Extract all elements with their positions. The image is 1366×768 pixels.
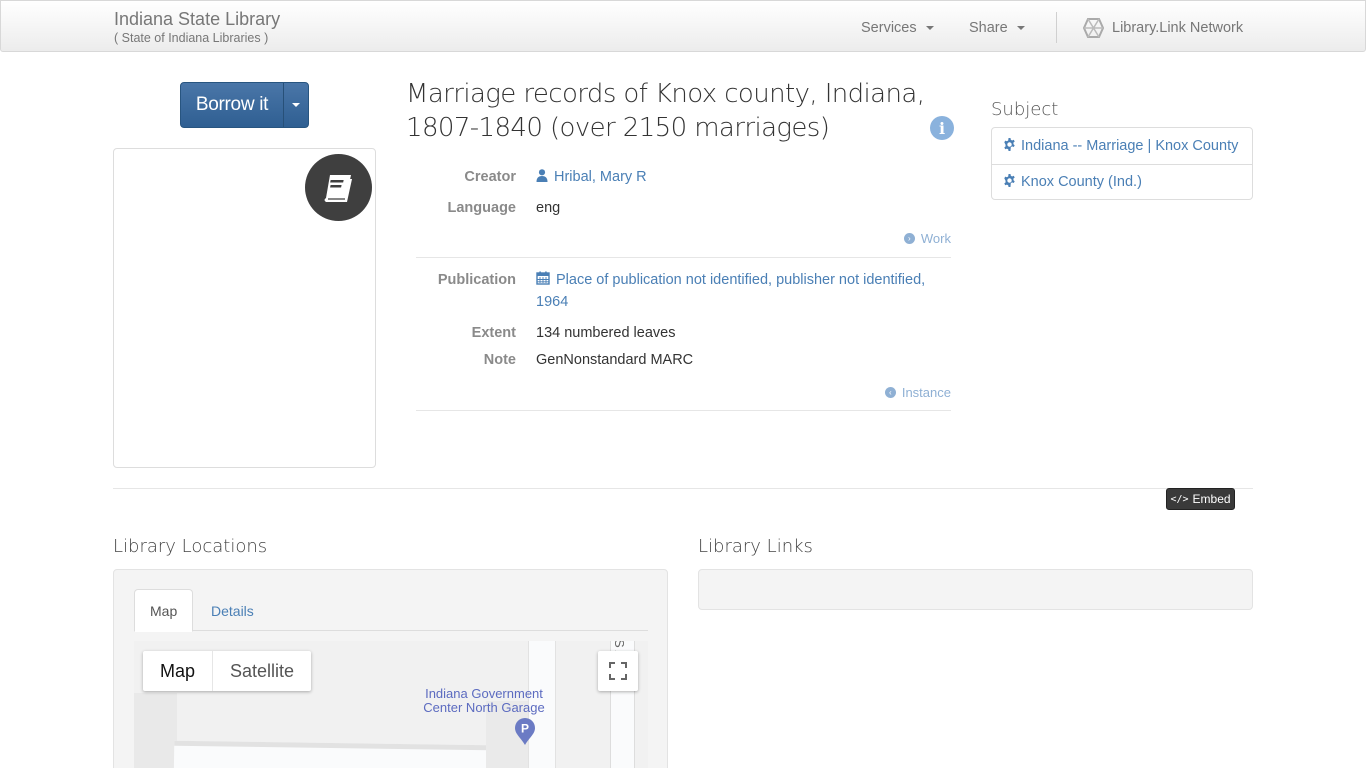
borrow-button-group: Borrow it <box>180 82 309 128</box>
borrow-dropdown-toggle[interactable] <box>283 83 308 127</box>
library-links-panel <box>698 569 1253 610</box>
embed-button[interactable]: </> Embed <box>1166 488 1235 510</box>
instance-section: Publication Place of publication not ide… <box>416 269 951 411</box>
map-building <box>134 693 177 768</box>
map-view[interactable]: S Ave Map Satellite Indiana Government C… <box>134 641 648 768</box>
record-title: Marriage records of Knox county, Indiana… <box>406 79 925 143</box>
tab-details[interactable]: Details <box>196 589 269 632</box>
caret-down-icon <box>925 26 934 30</box>
field-value: 134 numbered leaves <box>536 325 676 341</box>
borrow-button[interactable]: Borrow it <box>181 83 283 127</box>
publication-value: Place of publication not identified, pub… <box>536 272 926 310</box>
tab-map[interactable]: Map <box>134 589 194 632</box>
page-divider <box>113 488 1253 489</box>
location-tabs: Map Details <box>134 589 648 632</box>
parking-pin-icon[interactable]: P <box>514 718 536 746</box>
library-locations-heading: Library Locations <box>113 536 268 557</box>
subject-label: Indiana -- Marriage | Knox County <box>1021 138 1239 154</box>
gear-icon <box>1004 138 1015 151</box>
share-label: Share <box>969 20 1008 36</box>
chevron-right-circle-icon: › <box>903 233 915 244</box>
brand-subtitle: ( State of Indiana Libraries ) <box>114 31 269 45</box>
brand-title[interactable]: Indiana State Library <box>114 9 280 29</box>
divider <box>416 410 951 411</box>
field-language: Language eng <box>416 197 951 219</box>
field-label: Creator <box>464 169 516 185</box>
fullscreen-button[interactable] <box>598 651 638 691</box>
field-publication: Publication Place of publication not ide… <box>416 269 951 313</box>
subject-heading: Subject <box>991 99 1059 120</box>
nav-divider <box>1056 12 1057 43</box>
map-road <box>173 740 490 768</box>
poi-pin-letter: P <box>521 722 529 736</box>
poi-label[interactable]: Indiana Government Center North Garage <box>404 687 564 715</box>
library-locations-panel: Map Details S Ave Map Satellite Indiana … <box>113 569 668 768</box>
creator-name: Hribal, Mary R <box>554 169 647 185</box>
calendar-icon <box>536 271 550 285</box>
book-icon <box>324 174 352 202</box>
subject-label: Knox County (Ind.) <box>1021 174 1142 190</box>
field-label: Publication <box>437 272 516 288</box>
field-value: GenNonstandard MARC <box>536 352 694 368</box>
field-label: Note <box>483 352 516 368</box>
field-note: Note GenNonstandard MARC <box>416 349 951 371</box>
field-label: Language <box>447 200 516 216</box>
field-creator: Creator Hribal, Mary R <box>416 166 951 188</box>
code-icon: </> <box>1170 493 1189 505</box>
map-type-control: Map Satellite <box>143 651 312 691</box>
services-menu[interactable]: Services <box>861 20 934 36</box>
field-label: Extent <box>471 325 516 341</box>
divider <box>416 257 951 258</box>
share-menu[interactable]: Share <box>969 20 1025 36</box>
work-section: Creator Hribal, Mary R Language eng › Wo… <box>416 165 951 258</box>
book-badge <box>305 154 372 221</box>
publication-link[interactable]: Place of publication not identified, pub… <box>536 271 926 310</box>
field-value: eng <box>536 200 561 216</box>
info-icon[interactable]: i <box>930 116 954 140</box>
map-type-map[interactable]: Map <box>143 651 214 691</box>
field-extent: Extent 134 numbered leaves <box>416 322 951 344</box>
poi-label-line1: Indiana Government <box>425 686 543 701</box>
subject-list: Indiana -- Marriage | Knox County Knox C… <box>991 127 1253 200</box>
services-label: Services <box>861 20 917 36</box>
caret-down-icon <box>292 103 300 107</box>
library-links-heading: Library Links <box>698 536 813 557</box>
cover-image <box>113 148 376 468</box>
subject-item[interactable]: Indiana -- Marriage | Knox County <box>992 128 1252 164</box>
chevron-left-circle-icon: ‹ <box>884 387 896 398</box>
library-link-network[interactable]: Library.Link Network <box>1083 18 1243 38</box>
brand[interactable]: Indiana State Library ( State of Indiana… <box>114 9 280 46</box>
instance-link-label: Instance <box>901 385 951 400</box>
work-link-label: Work <box>920 231 951 246</box>
creator-link[interactable]: Hribal, Mary R <box>536 169 647 185</box>
map-type-satellite[interactable]: Satellite <box>213 651 311 691</box>
fullscreen-icon <box>609 662 627 680</box>
embed-label: Embed <box>1192 492 1231 506</box>
gear-icon <box>1004 174 1015 187</box>
instance-link[interactable]: ‹ Instance <box>884 385 951 400</box>
navbar: Indiana State Library ( State of Indiana… <box>0 0 1366 52</box>
caret-down-icon <box>1016 26 1025 30</box>
subject-item[interactable]: Knox County (Ind.) <box>992 164 1252 199</box>
work-link[interactable]: › Work <box>903 231 951 246</box>
poi-label-line2: Center North Garage <box>423 700 545 715</box>
user-icon <box>536 169 548 182</box>
network-logo-icon <box>1083 18 1104 38</box>
network-label: Library.Link Network <box>1112 20 1244 36</box>
